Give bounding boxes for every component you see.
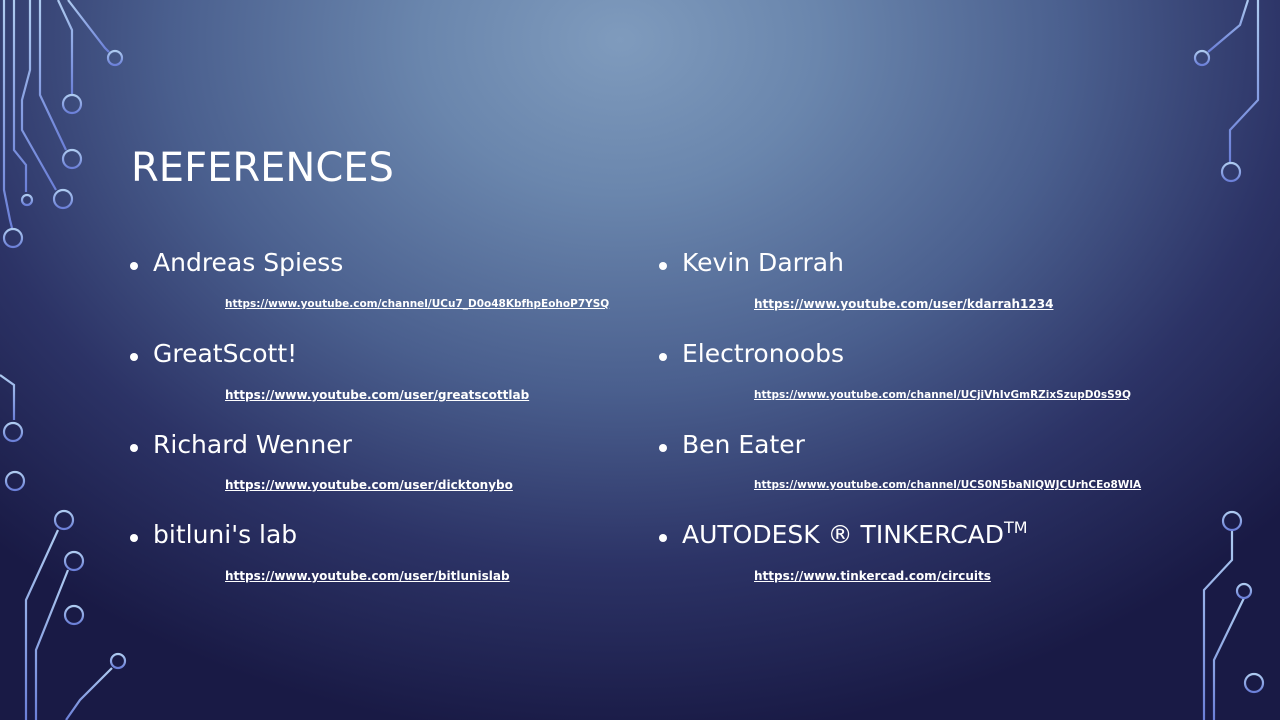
reference-name: Electronoobs bbox=[682, 339, 845, 368]
reference-link[interactable]: https://www.youtube.com/user/dicktonybo bbox=[225, 478, 513, 492]
reference-name: Andreas Spiess bbox=[153, 248, 344, 277]
reference-name: Ben Eater bbox=[682, 430, 805, 459]
bullet-icon bbox=[659, 444, 667, 452]
reference-name-text: AUTODESK ® TINKERCAD bbox=[682, 520, 1005, 549]
reference-link[interactable]: https://www.tinkercad.com/circuits bbox=[754, 569, 991, 583]
reference-link[interactable]: https://www.youtube.com/channel/UCjiVhIv… bbox=[754, 389, 1131, 401]
slide-title: REFERENCES bbox=[131, 144, 394, 191]
reference-link[interactable]: https://www.youtube.com/user/kdarrah1234 bbox=[754, 297, 1053, 311]
reference-name: GreatScott! bbox=[153, 339, 298, 368]
bullet-icon bbox=[130, 353, 138, 361]
reference-name: Kevin Darrah bbox=[682, 248, 844, 277]
bullet-icon bbox=[130, 534, 138, 542]
reference-link[interactable]: https://www.youtube.com/user/greatscottl… bbox=[225, 388, 529, 402]
reference-link[interactable]: https://www.youtube.com/user/bitlunislab bbox=[225, 569, 510, 583]
reference-name: Richard Wenner bbox=[153, 430, 352, 459]
reference-link[interactable]: https://www.youtube.com/channel/UCu7_D0o… bbox=[225, 298, 609, 310]
bullet-icon bbox=[130, 262, 138, 270]
reference-name: AUTODESK ® TINKERCADTM bbox=[682, 518, 1028, 549]
bullet-icon bbox=[659, 534, 667, 542]
trademark-mark: TM bbox=[1004, 518, 1028, 537]
reference-name: bitluni's lab bbox=[153, 520, 298, 549]
bullet-icon bbox=[659, 353, 667, 361]
bullet-icon bbox=[659, 262, 667, 270]
bullet-icon bbox=[130, 444, 138, 452]
reference-link[interactable]: https://www.youtube.com/channel/UCS0N5ba… bbox=[754, 479, 1141, 491]
